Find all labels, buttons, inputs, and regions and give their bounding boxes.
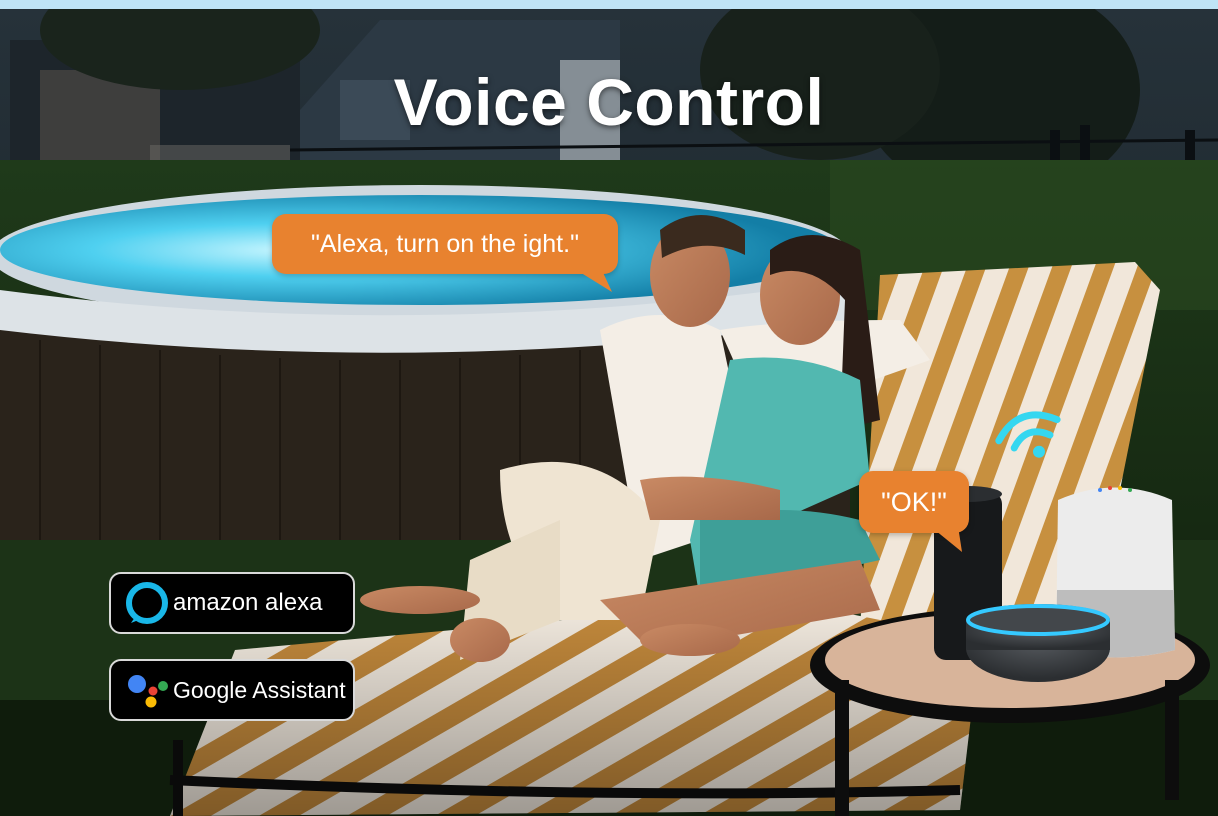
- echo-dot-speaker: [966, 604, 1110, 682]
- amazon-alexa-badge: amazon alexa: [109, 572, 355, 634]
- page-title: Voice Control: [393, 65, 825, 139]
- alexa-bubble-tail: [570, 266, 612, 292]
- top-strip: [0, 0, 1218, 9]
- ok-reply-text: "OK!": [881, 486, 947, 517]
- alexa-command-text: "Alexa, turn on the ight.": [311, 229, 579, 258]
- alexa-command-bubble: "Alexa, turn on the ight.": [272, 214, 618, 274]
- alexa-ring-icon: [126, 582, 168, 624]
- google-assistant-badge: Google Assistant: [109, 659, 355, 721]
- ok-reply-bubble: "OK!": [859, 471, 969, 533]
- wifi-signal-icon: [995, 411, 1061, 458]
- google-assistant-icon: [128, 675, 168, 708]
- amazon-alexa-label: amazon alexa: [173, 589, 323, 616]
- ok-bubble-tail: [930, 526, 962, 552]
- google-assistant-label: Google Assistant: [173, 676, 346, 703]
